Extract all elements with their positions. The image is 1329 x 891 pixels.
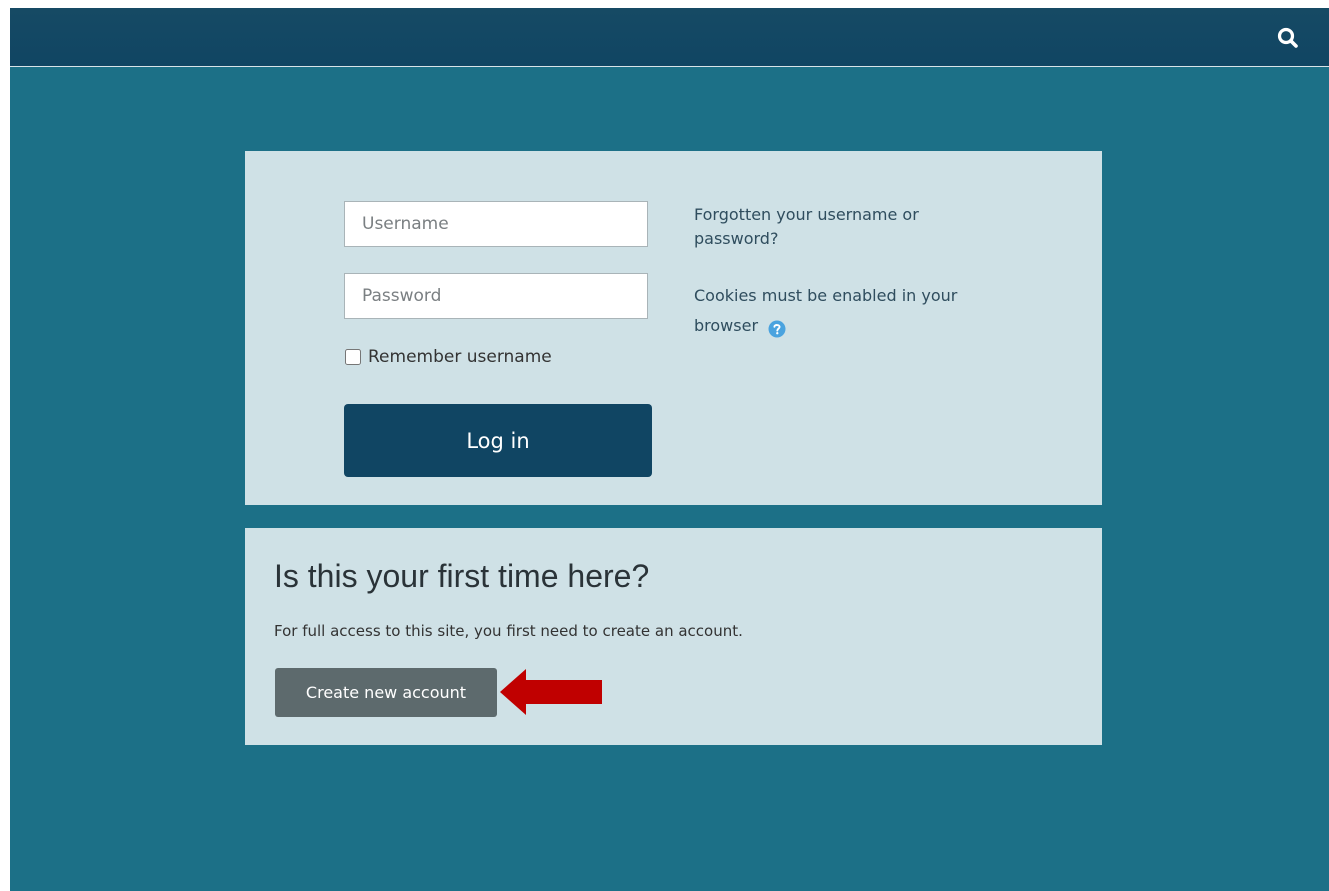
remember-username[interactable]: Remember username [344,346,552,368]
red-arrow-left-icon [500,669,602,715]
cookies-notice-text: Cookies must be enabled in your browser [694,286,958,335]
search-button[interactable] [1275,25,1301,51]
question-circle-icon[interactable] [768,318,786,337]
remember-username-label: Remember username [368,347,552,367]
login-panel: Remember username Log in Forgotten your … [245,151,1102,505]
signup-panel: Is this your first time here? For full a… [245,528,1102,745]
create-account-button[interactable]: Create new account [275,668,497,717]
username-field[interactable] [344,201,648,247]
search-icon [1277,27,1298,48]
top-navbar [10,8,1329,67]
password-field[interactable] [344,273,648,319]
remember-username-checkbox[interactable] [345,349,361,365]
first-time-heading: Is this your first time here? [274,558,650,594]
app-window: Remember username Log in Forgotten your … [10,8,1329,891]
cookies-notice: Cookies must be enabled in your browser [694,281,994,341]
login-button[interactable]: Log in [344,404,652,477]
signup-description: For full access to this site, you first … [274,622,743,640]
forgot-password-link[interactable]: Forgotten your username or password? [694,203,994,251]
